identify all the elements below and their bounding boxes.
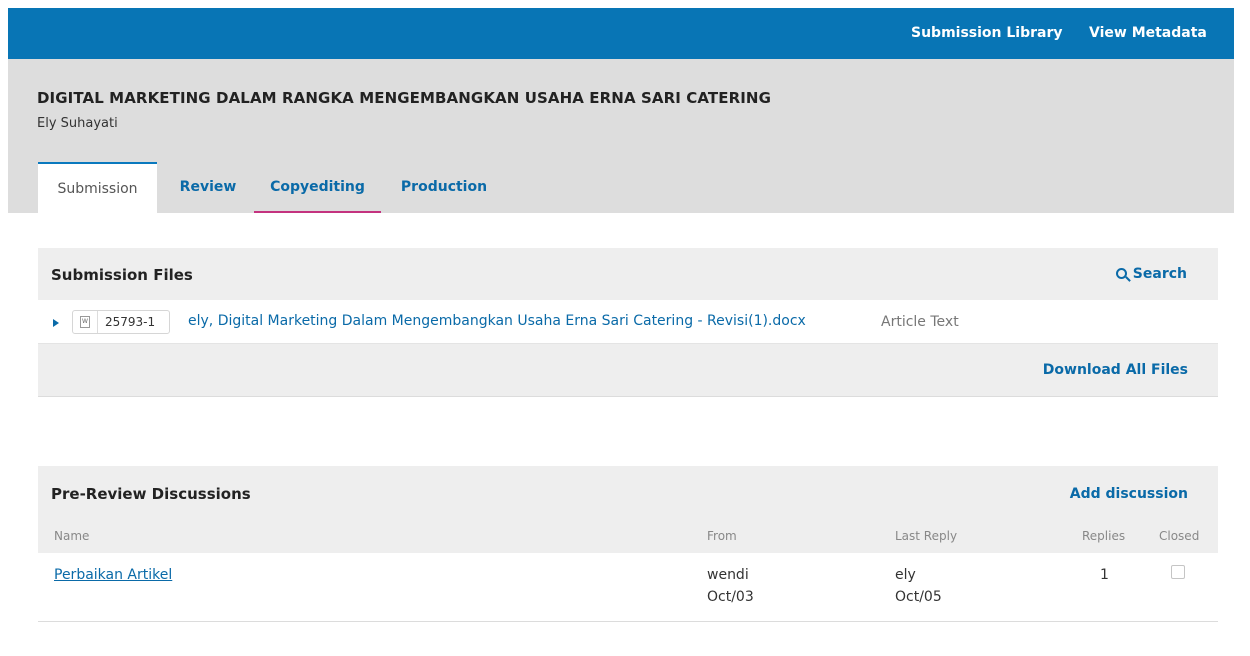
- discussions-header: Pre-Review Discussions Add discussion Na…: [38, 466, 1218, 553]
- column-header-name: Name: [54, 529, 90, 543]
- pre-review-discussions-panel: Pre-Review Discussions Add discussion Na…: [38, 466, 1218, 622]
- from-user: wendi: [707, 567, 749, 583]
- search-label: Search: [1132, 266, 1187, 282]
- view-metadata-link[interactable]: View Metadata: [1089, 25, 1207, 41]
- discussion-link[interactable]: Perbaikan Artikel: [54, 565, 172, 586]
- add-discussion-button[interactable]: Add discussion: [1070, 486, 1188, 502]
- submission-files-footer: Download All Files: [38, 344, 1218, 397]
- submission-author: Ely Suhayati: [37, 116, 118, 131]
- submission-files-panel: Submission Files Search W 25793-1 ely, D…: [38, 248, 1218, 397]
- tab-submission[interactable]: Submission: [38, 162, 157, 213]
- tab-copyediting[interactable]: Copyediting: [254, 162, 381, 213]
- discussions-title: Pre-Review Discussions: [51, 485, 251, 503]
- submission-title: DIGITAL MARKETING DALAM RANGKA MENGEMBAN…: [37, 89, 771, 107]
- file-type: Article Text: [881, 314, 959, 330]
- file-id-badge: W 25793-1: [72, 310, 170, 334]
- column-header-last-reply: Last Reply: [895, 529, 958, 543]
- submission-library-link[interactable]: Submission Library: [911, 25, 1063, 41]
- expand-arrow-icon[interactable]: [53, 319, 59, 327]
- column-header-closed: Closed: [1159, 529, 1200, 543]
- submission-files-title: Submission Files: [51, 266, 193, 284]
- from-date: Oct/03: [707, 589, 754, 605]
- closed-checkbox[interactable]: [1171, 565, 1185, 579]
- file-row: W 25793-1 ely, Digital Marketing Dalam M…: [38, 300, 1218, 344]
- file-name-link[interactable]: ely, Digital Marketing Dalam Mengembangk…: [188, 313, 806, 329]
- badge-divider: [97, 311, 98, 333]
- docx-file-icon: W: [80, 316, 90, 328]
- file-id: 25793-1: [105, 315, 156, 329]
- last-reply-date: Oct/05: [895, 589, 942, 605]
- download-all-files-button[interactable]: Download All Files: [1043, 362, 1188, 378]
- submission-files-header: Submission Files Search: [38, 248, 1218, 300]
- last-reply-user: ely: [895, 567, 916, 583]
- table-row: Perbaikan Artikel wendi Oct/03 ely Oct/0…: [38, 553, 1218, 622]
- top-navigation-bar: Submission Library View Metadata: [8, 8, 1234, 59]
- search-icon: [1115, 268, 1127, 279]
- submission-header: DIGITAL MARKETING DALAM RANGKA MENGEMBAN…: [8, 59, 1234, 213]
- replies-count: 1: [1100, 567, 1109, 583]
- column-header-from: From: [707, 529, 737, 543]
- tab-review[interactable]: Review: [178, 162, 238, 213]
- column-header-replies: Replies: [1082, 529, 1126, 543]
- tab-production[interactable]: Production: [399, 162, 489, 213]
- search-button[interactable]: Search: [1115, 266, 1187, 282]
